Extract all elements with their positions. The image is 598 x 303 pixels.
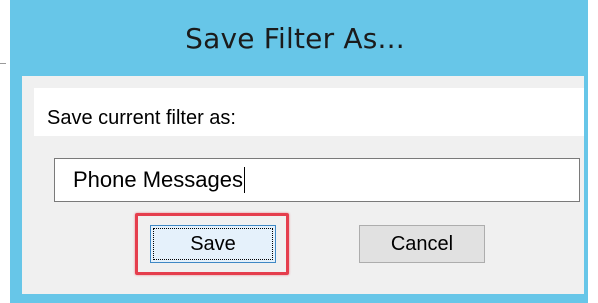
filter-name-input[interactable]: Phone Messages [54, 158, 580, 202]
filter-name-value: Phone Messages [73, 167, 243, 192]
dialog-title: Save Filter As... [185, 21, 405, 55]
text-caret [244, 167, 245, 193]
cancel-button-label: Cancel [390, 232, 454, 255]
prompt-label-box: Save current filter as: [34, 88, 584, 136]
prompt-label: Save current filter as: [47, 107, 236, 129]
window-edge-mark [0, 63, 6, 64]
save-filter-dialog: Save Filter As... Save current filter as… [10, 0, 588, 303]
save-button-label: Save [190, 232, 236, 255]
cancel-button[interactable]: Cancel [359, 225, 485, 263]
save-button[interactable]: Save [150, 225, 276, 263]
dialog-client-area: Save current filter as: Phone Messages S… [22, 76, 584, 294]
dialog-titlebar[interactable]: Save Filter As... [10, 0, 588, 76]
